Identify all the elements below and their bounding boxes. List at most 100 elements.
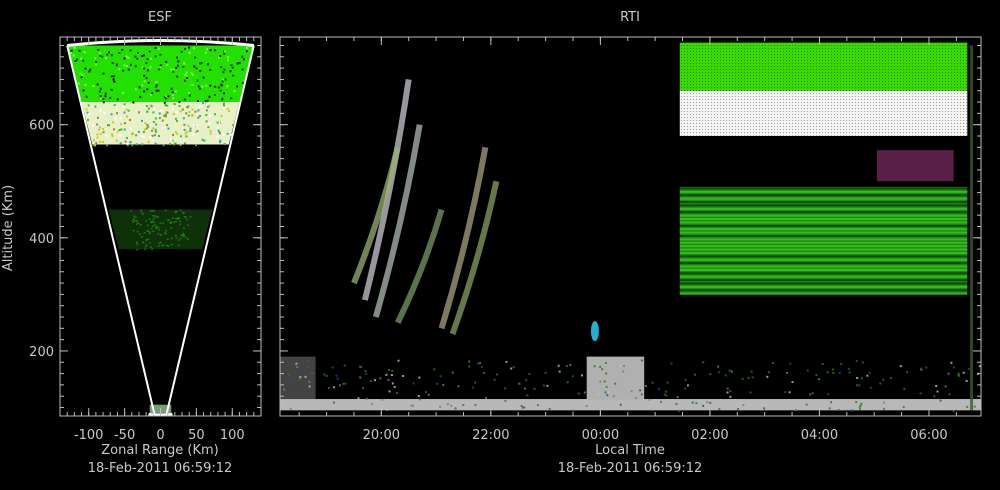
rti-low-speckle — [396, 392, 399, 395]
rti-stripe — [679, 221, 968, 224]
esf-faint-speckle — [150, 246, 153, 248]
esf-speckle — [230, 97, 233, 100]
esf-speckle — [181, 127, 184, 130]
rti-low-speckle — [468, 360, 471, 363]
rti-low-speckle — [485, 396, 488, 399]
esf-speckle — [125, 137, 128, 139]
esf-speckle — [146, 88, 149, 91]
esf-speckle — [170, 68, 172, 71]
esf-speckle — [92, 85, 95, 88]
esf-speckle — [154, 142, 157, 145]
esf-speckle — [241, 55, 244, 58]
rti-low-speckle — [889, 377, 892, 380]
esf-faint-speckle — [171, 237, 173, 240]
esf-speckle — [86, 111, 89, 114]
esf-speckle — [190, 72, 193, 75]
rti-low-speckle — [678, 409, 680, 412]
esf-speckle — [104, 92, 107, 95]
esf-speckle — [192, 47, 195, 50]
esf-speckle — [205, 120, 208, 123]
esf-speckle — [183, 142, 186, 145]
esf-speckle — [182, 65, 185, 68]
rti-x-tick-label: 22:00 — [472, 428, 509, 443]
esf-speckle — [197, 109, 200, 112]
rti-low-speckle — [528, 373, 531, 375]
rti-low-speckle — [454, 407, 457, 410]
esf-speckle — [127, 68, 130, 71]
esf-speckle — [220, 66, 223, 69]
esf-speckle — [149, 57, 152, 60]
esf-faint-speckle — [148, 231, 151, 233]
esf-faint-speckle — [170, 227, 173, 229]
esf-speckle — [160, 109, 163, 112]
esf-speckle — [140, 84, 143, 87]
esf-speckle — [126, 65, 128, 67]
esf-speckle — [99, 97, 102, 100]
esf-faint-speckle — [149, 242, 152, 244]
rti-low-speckle — [360, 366, 363, 368]
esf-speckle — [179, 143, 182, 146]
rti-low-speckle — [603, 380, 606, 383]
esf-speckle — [111, 62, 114, 64]
rti-low-speckle — [397, 359, 400, 362]
esf-speckle — [85, 108, 88, 111]
rti-low-speckle — [335, 374, 338, 377]
esf-faint-speckle — [179, 220, 182, 223]
esf-speckle — [220, 115, 223, 118]
esf-speckle — [236, 62, 239, 65]
rti-low-speckle — [283, 388, 286, 391]
rti-low-speckle — [967, 367, 970, 370]
rti-low-speckle — [925, 366, 928, 369]
esf-speckle — [226, 85, 229, 88]
esf-speckle — [202, 76, 205, 79]
esf-speckle — [194, 56, 197, 59]
esf-faint-speckle — [158, 242, 161, 245]
esf-faint-speckle — [178, 217, 181, 220]
esf-faint-speckle — [177, 244, 180, 246]
esf-speckle — [205, 84, 208, 87]
rti-low-speckle — [726, 387, 729, 390]
rti-low-speckle — [332, 401, 335, 404]
esf-speckle — [231, 66, 234, 69]
rti-x-tick-label: 06:00 — [910, 428, 947, 443]
esf-speckle — [183, 79, 186, 82]
esf-speckle — [166, 124, 169, 127]
esf-faint-speckle — [189, 215, 192, 218]
rti-low-speckle — [593, 365, 596, 368]
esf-speckle — [123, 128, 126, 131]
esf-speckle — [146, 123, 149, 126]
rti-low-speckle — [818, 378, 820, 381]
rti-low-speckle — [859, 404, 862, 407]
rti-low-speckle — [718, 408, 721, 411]
esf-speckle — [188, 92, 190, 95]
esf-faint-speckle — [136, 249, 139, 251]
esf-rti-figure: ESF -100 -50 0 50 100 200 400 600 Zonal Range (… — [1, 10, 982, 476]
rti-low-speckle — [338, 384, 341, 387]
esf-speckle — [176, 75, 179, 78]
esf-speckle — [166, 104, 169, 107]
esf-speckle — [144, 122, 147, 125]
esf-speckle — [102, 98, 105, 101]
esf-faint-speckle — [161, 244, 163, 247]
rti-region-midnight-low — [586, 356, 645, 400]
esf-speckle — [138, 86, 141, 89]
rti-region-bottom-layer — [280, 399, 981, 411]
esf-speckle — [191, 114, 194, 117]
rti-dot-texture — [679, 42, 968, 136]
esf-speckle — [147, 81, 150, 84]
esf-speckle — [115, 139, 118, 142]
rti-low-speckle — [471, 386, 474, 389]
esf-speckle — [205, 109, 208, 112]
esf-speckle — [201, 138, 204, 141]
esf-faint-speckle — [172, 221, 175, 223]
esf-speckle — [129, 141, 132, 144]
esf-faint-speckle — [179, 223, 182, 225]
esf-faint-speckle — [134, 216, 137, 218]
esf-speckle — [118, 68, 121, 71]
esf-speckle — [172, 70, 175, 73]
esf-speckle — [183, 98, 186, 101]
rti-low-speckle — [619, 364, 622, 367]
rti-x-tick-label: 20:00 — [363, 428, 400, 443]
esf-speckle — [176, 119, 178, 122]
rti-low-speckle — [882, 407, 885, 410]
